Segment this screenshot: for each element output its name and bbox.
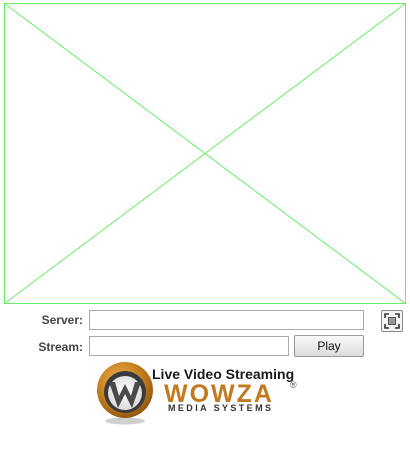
fullscreen-button[interactable] (381, 310, 403, 332)
fullscreen-icon (382, 311, 402, 331)
wowza-logo-mark (94, 360, 156, 426)
video-placeholder-graphic (4, 3, 406, 304)
video-player[interactable] (4, 3, 406, 304)
server-input[interactable] (89, 310, 364, 330)
server-label: Server: (41, 313, 83, 327)
stream-label: Stream: (38, 340, 83, 354)
wowza-logo: Live Video Streaming WOWZA ® MEDIA SYSTE… (94, 360, 324, 426)
logo-subtitle: MEDIA SYSTEMS (168, 403, 274, 413)
play-button[interactable]: Play (294, 335, 364, 357)
stream-input[interactable] (89, 336, 289, 356)
logo-registered-mark: ® (290, 380, 297, 390)
